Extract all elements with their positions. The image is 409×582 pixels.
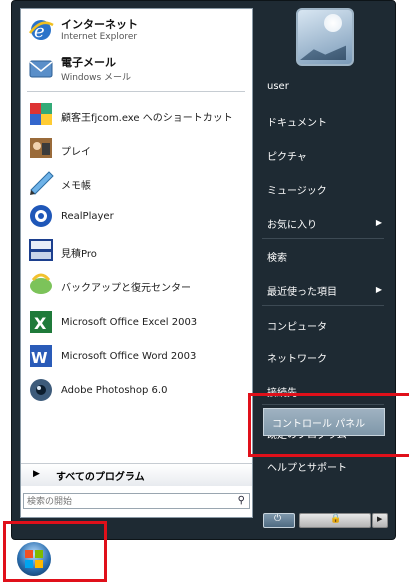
lock-button[interactable]: 🔒 — [299, 513, 371, 528]
power-icon: ⏻ — [274, 514, 282, 524]
submenu-arrow-icon: ▶ — [375, 285, 382, 294]
recent-item[interactable]: RealPlayer — [21, 203, 252, 229]
recent-item-label: 見積Pro — [61, 249, 97, 260]
pinned-title: インターネット — [61, 18, 138, 31]
recent-item-label: RealPlayer — [61, 211, 114, 222]
search-link[interactable]: 検索 — [267, 249, 287, 264]
recent-item-label: メモ帳 — [61, 181, 91, 192]
favorites-link[interactable]: お気に入り — [267, 216, 317, 231]
recent-item-label: 顧客王fjcom.exe へのショートカット — [61, 113, 233, 124]
recent-item-label: Adobe Photoshop 6.0 — [61, 385, 168, 396]
recent-item[interactable]: W Microsoft Office Word 2003 — [21, 343, 252, 369]
recent-item[interactable]: 見積Pro — [21, 237, 252, 263]
all-programs-button[interactable]: ▶ すべてのプログラム — [21, 463, 252, 486]
search-input[interactable]: 検索の開始 ⚲ — [23, 493, 250, 509]
recent-item[interactable]: Adobe Photoshop 6.0 — [21, 377, 252, 403]
recent-item[interactable]: メモ帳 — [21, 169, 252, 195]
help-support-link[interactable]: ヘルプとサポート — [267, 459, 347, 474]
shortcut-app-icon — [30, 103, 52, 125]
highlight-box-start-orb — [3, 521, 107, 582]
submenu-arrow-icon: ▶ — [375, 218, 382, 227]
arrow-right-icon: ▶ — [33, 469, 40, 479]
separator — [262, 305, 384, 306]
music-link[interactable]: ミュージック — [267, 182, 327, 197]
highlight-box-control-panel — [248, 393, 409, 457]
pinned-mail[interactable]: 電子メール Windows メール — [21, 53, 252, 83]
search-placeholder: 検索の開始 — [27, 497, 73, 507]
notepad-icon — [30, 171, 54, 195]
separator — [27, 91, 245, 92]
power-button[interactable]: ⏻ — [263, 513, 295, 528]
recent-item[interactable]: バックアップと復元センター — [21, 271, 252, 297]
pinned-subtitle: Windows メール — [61, 73, 132, 83]
recent-item-label: Microsoft Office Word 2003 — [61, 351, 197, 362]
internet-explorer-icon: e — [28, 20, 54, 42]
recent-items-link[interactable]: 最近使った項目 — [267, 283, 337, 298]
svg-text:X: X — [34, 314, 47, 333]
arrow-right-icon: ▶ — [377, 515, 383, 523]
computer-link[interactable]: コンピュータ — [267, 318, 327, 333]
svg-text:W: W — [31, 349, 48, 367]
photoshop-icon — [30, 379, 52, 401]
pinned-subtitle: Internet Explorer — [61, 32, 138, 42]
user-folder-link[interactable]: user — [267, 81, 289, 92]
mitsumori-pro-icon — [29, 239, 53, 261]
start-menu-left-pane: e インターネット Internet Explorer 電子メール Window… — [20, 8, 253, 518]
lock-icon: 🔒 — [330, 514, 342, 524]
pinned-internet-explorer[interactable]: e インターネット Internet Explorer — [21, 15, 252, 45]
realplayer-icon — [30, 205, 52, 227]
all-programs-label: すべてのプログラム — [56, 472, 145, 483]
start-menu-right-pane: user ドキュメント ピクチャ ミュージック お気に入り ▶ 検索 最近使った… — [252, 0, 394, 538]
network-link[interactable]: ネットワーク — [267, 350, 327, 365]
play-app-icon — [30, 138, 52, 158]
separator — [262, 238, 384, 239]
excel-icon: X — [30, 311, 52, 333]
shutdown-options-button[interactable]: ▶ — [372, 513, 388, 528]
recent-item-label: プレイ — [61, 147, 91, 158]
recent-item[interactable]: X Microsoft Office Excel 2003 — [21, 309, 252, 335]
documents-link[interactable]: ドキュメント — [267, 114, 327, 129]
mail-icon — [29, 60, 53, 78]
backup-icon — [30, 273, 52, 294]
pinned-title: 電子メール — [61, 56, 116, 69]
recent-item[interactable]: 顧客王fjcom.exe へのショートカット — [21, 101, 252, 127]
search-icon[interactable]: ⚲ — [238, 495, 245, 506]
recent-item-label: バックアップと復元センター — [61, 283, 191, 294]
recent-item[interactable]: プレイ — [21, 135, 252, 161]
recent-item-label: Microsoft Office Excel 2003 — [61, 317, 198, 328]
pictures-link[interactable]: ピクチャ — [267, 148, 307, 163]
word-icon: W — [30, 345, 52, 367]
